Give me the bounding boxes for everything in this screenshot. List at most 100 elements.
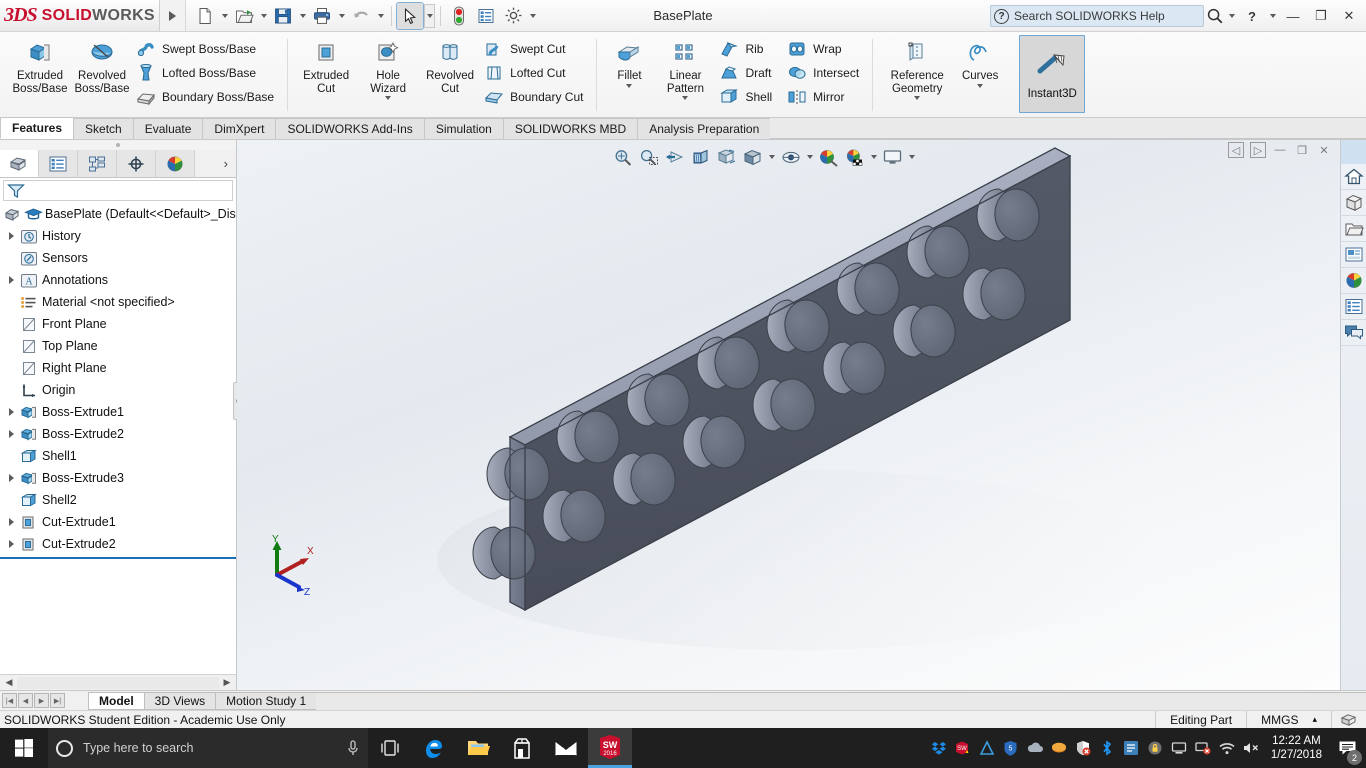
tree-item-boss-extrude1[interactable]: Boss-Extrude1 xyxy=(0,401,236,423)
feature-manager-tab[interactable] xyxy=(0,150,39,177)
taskbar-clock[interactable]: 12:22 AM 1/27/2018 xyxy=(1263,734,1330,762)
tab-evaluate[interactable]: Evaluate xyxy=(132,118,204,139)
tree-item-boss-extrude3[interactable]: Boss-Extrude3 xyxy=(0,467,236,489)
tree-item-annotations[interactable]: A Annotations xyxy=(0,269,236,291)
help-button[interactable]: ? xyxy=(1239,4,1265,28)
expand-arrow-icon[interactable] xyxy=(4,430,18,438)
monitor-error-tray-icon[interactable] xyxy=(1191,728,1215,768)
extruded-boss-base-button[interactable]: Extruded Boss/Base xyxy=(9,34,71,95)
tree-item-material[interactable]: Material <not specified> xyxy=(0,291,236,313)
revolved-boss-base-button[interactable]: Revolved Boss/Base xyxy=(71,34,133,95)
rebuild-traffic-light-icon[interactable] xyxy=(446,3,472,29)
tab-features[interactable]: Features xyxy=(0,117,75,139)
first-tab-icon[interactable]: |◀ xyxy=(2,693,17,708)
scroll-right-icon[interactable]: ▶ xyxy=(220,677,234,688)
search-caret[interactable] xyxy=(1226,3,1237,29)
microsoft-store-icon[interactable] xyxy=(500,728,544,768)
hole-wizard-caret[interactable] xyxy=(385,96,392,100)
tree-item-sensors[interactable]: Sensors xyxy=(0,247,236,269)
print-caret[interactable] xyxy=(336,3,347,29)
notification-center-button[interactable]: 2 xyxy=(1330,728,1364,768)
select-caret[interactable] xyxy=(424,3,435,28)
microsoft-edge-icon[interactable] xyxy=(412,728,456,768)
wifi-tray-icon[interactable] xyxy=(1215,728,1239,768)
bottom-tab-motion-study[interactable]: Motion Study 1 xyxy=(215,691,318,710)
next-tab-icon[interactable]: ▶ xyxy=(34,693,49,708)
hscroll-track[interactable] xyxy=(17,676,219,689)
expand-arrow-icon[interactable] xyxy=(4,232,18,240)
tab-solidworks-mbd[interactable]: SOLIDWORKS MBD xyxy=(502,118,639,139)
hole-wizard-button[interactable]: Hole Wizard xyxy=(357,34,419,100)
new-document-icon[interactable] xyxy=(192,3,218,29)
property-manager-tab[interactable] xyxy=(39,150,78,177)
tab-solidworks-add-ins[interactable]: SOLIDWORKS Add-Ins xyxy=(275,118,425,139)
restore-button[interactable]: ❐ xyxy=(1308,4,1334,28)
tree-item-history[interactable]: History xyxy=(0,225,236,247)
swept-boss-base-button[interactable]: Swept Boss/Base xyxy=(133,37,280,61)
intersect-button[interactable]: Intersect xyxy=(784,61,865,85)
undo-caret[interactable] xyxy=(375,3,386,29)
boundary-boss-base-button[interactable]: Boundary Boss/Base xyxy=(133,85,280,109)
help-caret[interactable] xyxy=(1267,3,1278,29)
tree-item-shell2[interactable]: Shell2 xyxy=(0,489,236,511)
bottom-tab-model[interactable]: Model xyxy=(88,691,145,710)
tree-item-front-plane[interactable]: Front Plane xyxy=(0,313,236,335)
last-tab-icon[interactable]: ▶| xyxy=(50,693,65,708)
tree-item-boss-extrude2[interactable]: Boss-Extrude2 xyxy=(0,423,236,445)
magnifier-icon[interactable] xyxy=(1206,7,1224,25)
scroll-left-icon[interactable]: ◀ xyxy=(2,677,16,688)
solidworks-2016-icon[interactable]: SW 2016 xyxy=(588,728,632,768)
tab-analysis-preparation[interactable]: Analysis Preparation xyxy=(637,118,772,139)
autodesk-tray-icon[interactable] xyxy=(975,728,999,768)
custom-properties-icon[interactable] xyxy=(1341,294,1366,320)
swept-cut-button[interactable]: Swept Cut xyxy=(481,37,589,61)
boundary-cut-button[interactable]: Boundary Cut xyxy=(481,85,589,109)
revolved-cut-button[interactable]: Revolved Cut xyxy=(419,34,481,95)
solidworks-tray-icon[interactable]: SW xyxy=(951,728,975,768)
expand-arrow-icon[interactable] xyxy=(4,474,18,482)
tree-item-top-plane[interactable]: Top Plane xyxy=(0,335,236,357)
feature-tree-filter[interactable] xyxy=(3,180,233,201)
select-pointer-icon[interactable] xyxy=(396,1,424,30)
panel-more-tabs-chevron[interactable]: › xyxy=(195,150,236,177)
units-caret-icon[interactable]: ▴ xyxy=(1312,714,1317,725)
display-manager-tab[interactable] xyxy=(156,150,195,177)
open-document-caret[interactable] xyxy=(258,3,269,29)
menu-expander-button[interactable] xyxy=(160,0,186,31)
file-explorer-icon[interactable] xyxy=(1341,242,1366,268)
draft-button[interactable]: Draft xyxy=(716,61,778,85)
save-icon[interactable] xyxy=(270,3,296,29)
graphics-viewport[interactable]: ◁ ▷ — ❐ ✕ X Y Z xyxy=(237,140,1340,690)
linear-pattern-button[interactable]: Linear Pattern xyxy=(654,34,716,100)
save-caret[interactable] xyxy=(297,3,308,29)
configuration-manager-tab[interactable] xyxy=(78,150,117,177)
dimxpert-manager-tab[interactable] xyxy=(117,150,156,177)
reference-geometry-button[interactable]: Reference Geometry xyxy=(880,34,954,100)
volume-muted-tray-icon[interactable] xyxy=(1239,728,1263,768)
print-icon[interactable] xyxy=(309,3,335,29)
tab-dimxpert[interactable]: DimXpert xyxy=(202,118,277,139)
rib-button[interactable]: Rib xyxy=(716,37,778,61)
extruded-cut-button[interactable]: Extruded Cut xyxy=(295,34,357,95)
taskbar-search-box[interactable]: Type here to search xyxy=(48,728,368,768)
tree-item-cut-extrude1[interactable]: Cut-Extrude1 xyxy=(0,511,236,533)
minimize-button[interactable]: — xyxy=(1280,4,1306,28)
onedrive-tray-icon[interactable] xyxy=(1023,728,1047,768)
fillet-button[interactable]: Fillet xyxy=(604,34,654,88)
settings-gear-icon[interactable] xyxy=(500,3,526,29)
view-palette-icon[interactable] xyxy=(1341,268,1366,294)
close-button[interactable]: ✕ xyxy=(1336,4,1362,28)
instant3d-button[interactable]: Instant3D xyxy=(1019,35,1086,113)
bluetooth-tray-icon[interactable] xyxy=(1095,728,1119,768)
security-lock-tray-icon[interactable] xyxy=(1143,728,1167,768)
expand-arrow-icon[interactable] xyxy=(4,518,18,526)
options-list-icon[interactable] xyxy=(473,3,499,29)
network-app-tray-icon[interactable] xyxy=(1119,728,1143,768)
expand-arrow-icon[interactable] xyxy=(4,276,18,284)
wrap-button[interactable]: Wrap xyxy=(784,37,865,61)
expand-arrow-icon[interactable] xyxy=(4,408,18,416)
expand-arrow-icon[interactable] xyxy=(4,540,18,548)
status-units[interactable]: MMGS ▴ xyxy=(1246,710,1331,729)
fillet-caret[interactable] xyxy=(626,83,633,88)
curves-button[interactable]: Curves xyxy=(954,34,1006,88)
